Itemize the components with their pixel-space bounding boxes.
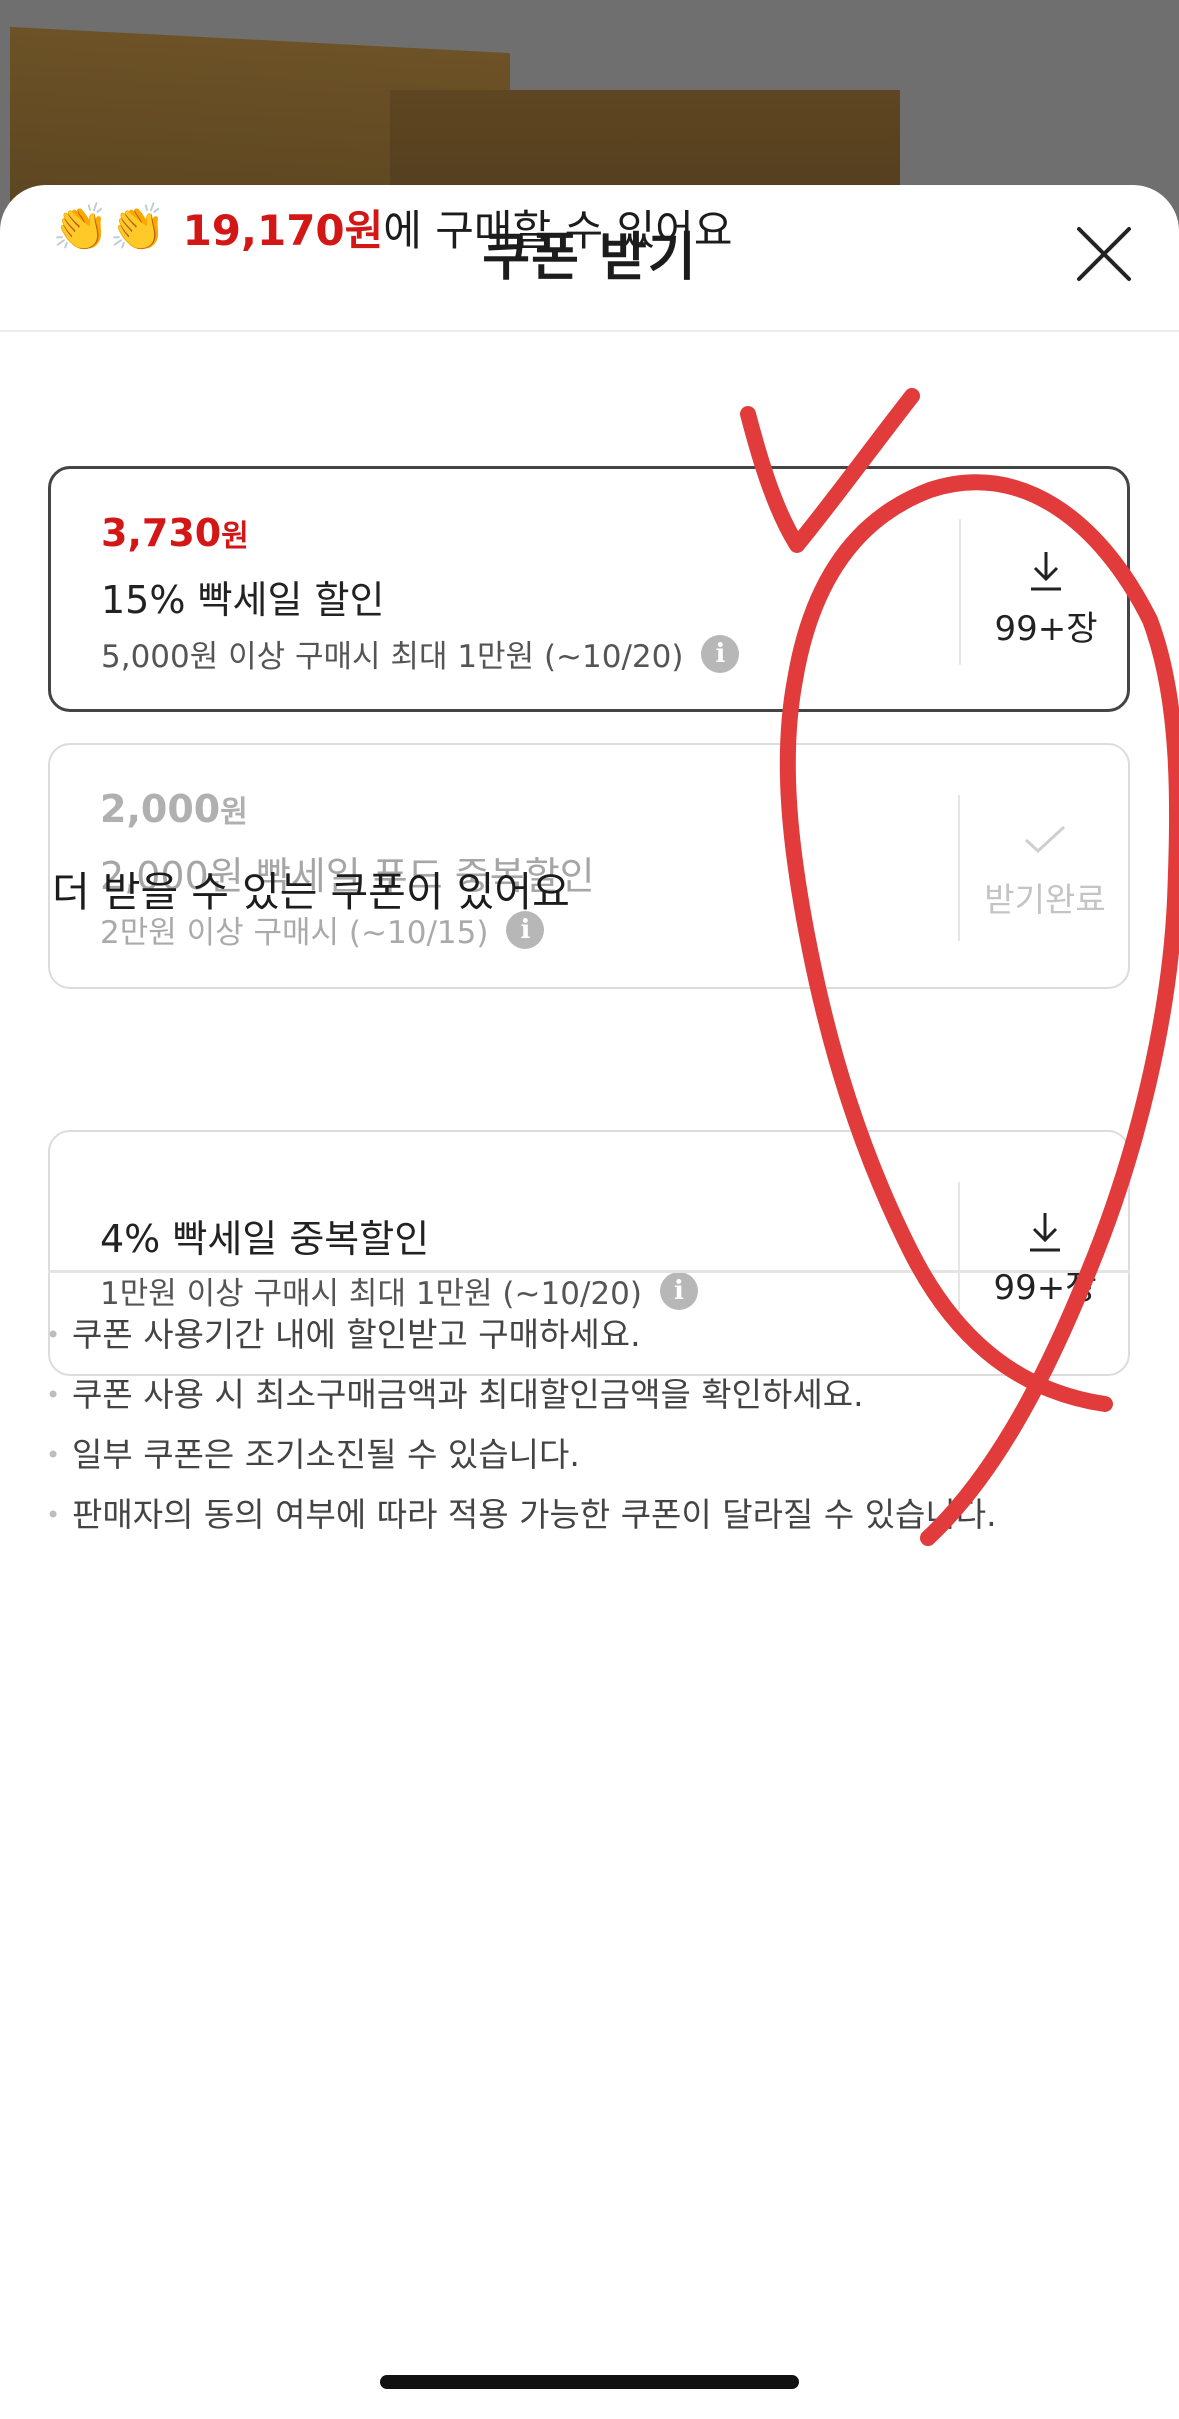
coupon-download-button[interactable]: 99+장 <box>963 469 1129 709</box>
coupon-notes: • 쿠폰 사용기간 내에 할인받고 구매하세요. • 쿠폰 사용 시 최소구매금액과… <box>44 1305 1144 1545</box>
bullet: • <box>46 1321 61 1349</box>
info-icon[interactable]: i <box>659 1271 698 1310</box>
coupon-count: 99+장 <box>993 1268 1097 1308</box>
note-text: 쿠폰 사용기간 내에 할인받고 구매하세요. <box>72 1315 641 1354</box>
coupon-received-status: 받기완료 <box>962 745 1128 987</box>
coupon-amount-unit: 원 <box>221 519 249 554</box>
coupon-amount-value: 2,000 <box>100 787 221 831</box>
header-divider <box>0 330 1179 332</box>
coupon-divider <box>959 519 961 665</box>
coupon-name: 4% 빡세일 중복할인 <box>100 1217 430 1261</box>
note-text: 쿠폰 사용 시 최소구매금액과 최대할인금액을 확인하세요. <box>72 1375 864 1414</box>
bullet: • <box>46 1441 61 1469</box>
info-icon[interactable]: i <box>701 634 740 673</box>
coupon-amount: 3,730원 <box>101 511 249 555</box>
close-button[interactable] <box>1075 225 1133 283</box>
note-item: • 쿠폰 사용기간 내에 할인받고 구매하세요. <box>44 1305 1144 1365</box>
coupon-divider <box>958 795 960 941</box>
headline-suffix: 에 구매할 수 있어요 <box>383 205 733 255</box>
notes-divider <box>48 1270 1130 1273</box>
coupon-condition-text: 5,000원 이상 구매시 최대 1만원 (~10/20) <box>101 639 684 675</box>
coupon-condition: 5,000원 이상 구매시 최대 1만원 (~10/20) i <box>101 631 740 676</box>
coupon-count: 99+장 <box>994 609 1098 649</box>
bullet: • <box>46 1501 61 1529</box>
clapping-hands-emoji: 👏👏 <box>52 199 167 254</box>
close-icon <box>1077 227 1131 281</box>
coupon-amount-unit: 원 <box>220 795 248 830</box>
download-icon <box>1030 1213 1060 1252</box>
coupon-amount: 2,000원 <box>100 787 248 831</box>
note-item: • 쿠폰 사용 시 최소구매금액과 최대할인금액을 확인하세요. <box>44 1365 1144 1425</box>
coupon-card[interactable]: 3,730원 15% 빡세일 할인 5,000원 이상 구매시 최대 1만원 (… <box>48 466 1130 712</box>
coupon-name: 15% 빡세일 할인 <box>101 578 385 622</box>
note-item: • 판매자의 동의 여부에 따라 적용 가능한 쿠폰이 달라질 수 있습니다. <box>44 1485 1144 1545</box>
section-title-more-coupons: 더 받을 수 있는 쿠폰이 있어요 <box>52 868 570 916</box>
coupon-amount-value: 3,730 <box>101 511 222 555</box>
home-indicator[interactable] <box>380 2375 799 2389</box>
check-icon <box>1024 825 1066 854</box>
headline: 👏👏 19,170원 에 구매할 수 있어요 <box>52 192 732 262</box>
bullet: • <box>46 1381 61 1409</box>
final-price: 19,170원 <box>182 205 384 255</box>
download-icon <box>1031 552 1061 591</box>
note-text: 일부 쿠폰은 조기소진될 수 있습니다. <box>72 1435 580 1474</box>
note-item: • 일부 쿠폰은 조기소진될 수 있습니다. <box>44 1425 1144 1485</box>
note-text: 판매자의 동의 여부에 따라 적용 가능한 쿠폰이 달라질 수 있습니다. <box>72 1495 997 1534</box>
received-label: 받기완료 <box>984 880 1106 919</box>
